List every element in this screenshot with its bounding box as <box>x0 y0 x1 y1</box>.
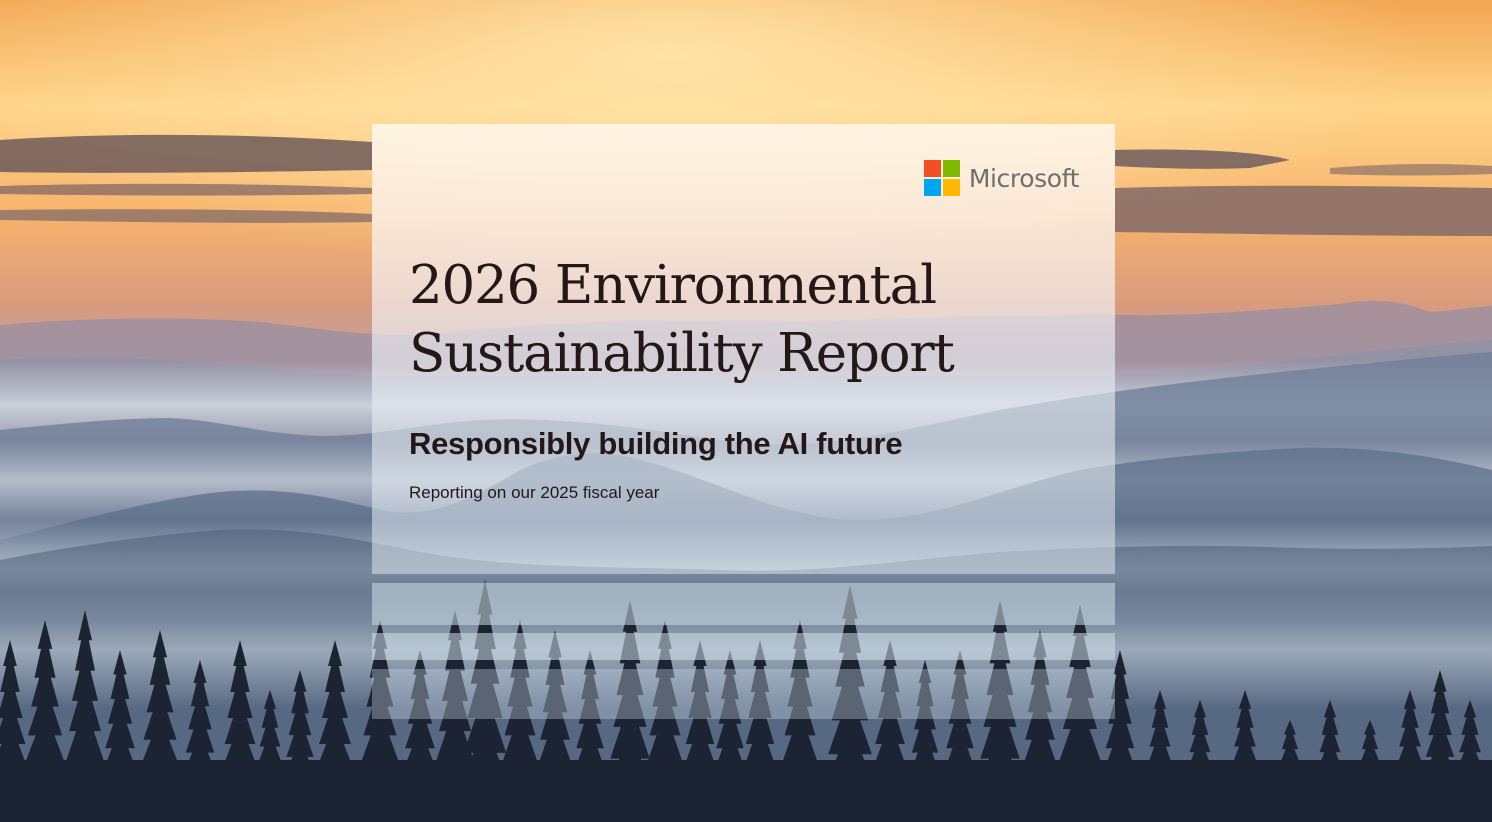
report-title-line-2: Sustainability Report <box>409 323 955 384</box>
report-title-line-1: 2026 Environmental <box>409 255 937 316</box>
panel-stripe <box>372 669 1115 719</box>
microsoft-logo: Microsoft <box>923 160 1080 196</box>
panel-stripe <box>372 583 1115 625</box>
logo-square-green <box>942 160 960 177</box>
panel-stripe <box>372 633 1115 660</box>
title-panel: Microsoft 2026 Environmental Sustainabil… <box>372 124 1115 574</box>
report-title: 2026 Environmental Sustainability Report <box>409 252 1109 388</box>
logo-square-yellow <box>942 179 960 196</box>
report-cover: Microsoft 2026 Environmental Sustainabil… <box>0 0 1492 822</box>
logo-wordmark: Microsoft <box>968 163 1080 193</box>
forest-floor <box>0 760 1492 822</box>
logo-square-red <box>923 160 941 177</box>
report-subtitle: Responsibly building the AI future <box>409 426 903 461</box>
logo-square-blue <box>923 179 941 196</box>
fiscal-year-note: Reporting on our 2025 fiscal year <box>409 483 660 502</box>
microsoft-logo-icon <box>923 160 960 196</box>
